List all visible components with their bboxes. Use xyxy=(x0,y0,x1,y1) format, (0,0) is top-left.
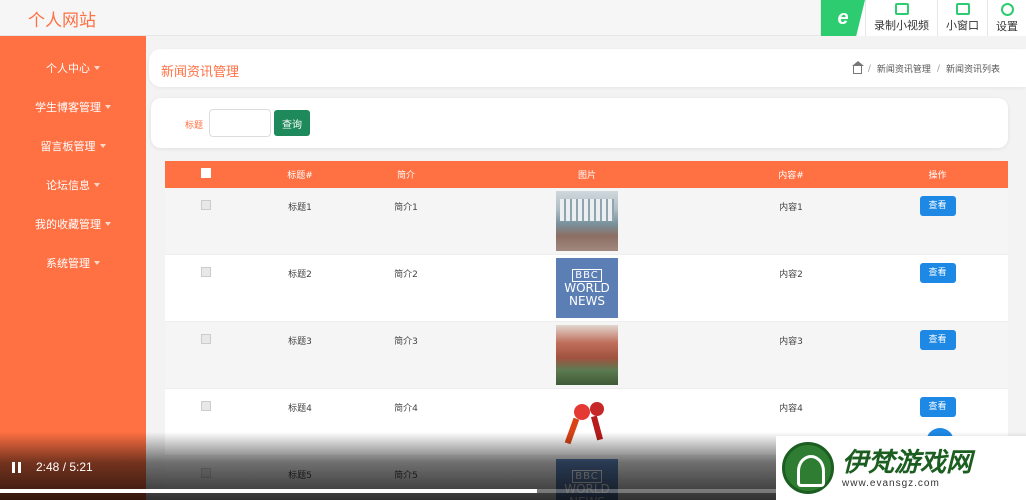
video-time: 2:48 / 5:21 xyxy=(36,460,93,474)
column-header-intro: 简介 xyxy=(396,171,415,181)
caret-down-icon xyxy=(99,143,106,148)
view-button[interactable]: 查看 xyxy=(919,196,956,216)
cell-intro: 简介1 xyxy=(394,203,418,213)
cell-image xyxy=(459,322,715,388)
view-button[interactable]: 查看 xyxy=(919,263,956,283)
browser-logo-icon: e xyxy=(821,0,865,36)
cell-intro: 简介2 xyxy=(394,270,418,280)
site-title: 个人网站 xyxy=(28,11,96,31)
bbc-logo-text: WORLD xyxy=(564,280,610,295)
mini-window-label: 小窗口 xyxy=(946,19,979,32)
select-all-checkbox[interactable] xyxy=(201,168,211,178)
microphone-icon xyxy=(574,404,590,420)
cell-actions: 查看 xyxy=(867,188,1008,254)
home-icon[interactable] xyxy=(851,60,864,74)
column-header-image: 图片 xyxy=(577,171,596,181)
breadcrumb-item-news-list: 新闻资讯列表 xyxy=(945,65,1000,75)
sidebar-menu: 个人中心学生博客管理 留言板管理论坛信息我的收藏管理 系统管理 xyxy=(0,36,146,282)
row-checkbox[interactable] xyxy=(201,200,211,210)
sidebar-item-label: 我的收藏管理 xyxy=(35,217,101,231)
pause-icon[interactable] xyxy=(12,462,22,473)
cell-title: 标题1 xyxy=(288,203,312,213)
sidebar-item[interactable]: 论坛信息 xyxy=(0,165,146,204)
tv-icon xyxy=(955,3,970,15)
cell-title: 标题2 xyxy=(288,270,312,280)
sidebar-item-label: 留言板管理 xyxy=(40,139,96,153)
breadcrumb-separator: / xyxy=(867,63,871,74)
record-video-label: 录制小视频 xyxy=(874,19,929,32)
row-select-cell xyxy=(165,322,247,388)
sidebar: 个人中心学生博客管理 留言板管理论坛信息我的收藏管理 系统管理 xyxy=(0,36,146,500)
row-checkbox[interactable] xyxy=(201,401,211,411)
watermark-title: 伊梵游戏网 xyxy=(842,447,973,478)
bbc-logo-text: NEWS xyxy=(568,293,606,308)
top-header: 个人网站 e 录制小视频 小窗口 设置 xyxy=(0,0,1026,36)
column-header-title[interactable]: 标题# xyxy=(247,168,353,181)
caret-down-icon xyxy=(105,221,111,226)
cell-content: 内容1 xyxy=(779,203,803,213)
watermark-url: www.evansgz.com xyxy=(842,477,940,489)
table-header: 标题# 简介 图片 内容# 操作 xyxy=(165,161,1008,188)
breadcrumb: / 新闻资讯管理 / 新闻资讯列表 xyxy=(851,60,1000,75)
video-camera-icon xyxy=(894,3,909,15)
gear-icon xyxy=(1000,2,1014,16)
breadcrumb-item-news-management[interactable]: 新闻资讯管理 xyxy=(877,62,931,75)
search-button[interactable]: 查询 xyxy=(274,110,310,136)
cell-actions: 查看 xyxy=(867,322,1008,388)
breadcrumb-separator: / xyxy=(936,63,940,74)
sidebar-item-label: 学生博客管理 xyxy=(35,100,101,114)
watermark-logo-icon xyxy=(782,442,834,494)
bbc-world-news-image: BBCWORLDNEWS xyxy=(556,258,618,318)
title-search-input[interactable] xyxy=(209,109,271,137)
row-checkbox[interactable] xyxy=(201,267,211,277)
table-row: 标题1 简介1 内容1 查看 xyxy=(165,188,1008,255)
cell-image: BBCWORLDNEWS xyxy=(459,255,715,321)
cell-image xyxy=(459,188,715,254)
page-header-bar: 新闻资讯管理 / 新闻资讯管理 / 新闻资讯列表 xyxy=(149,49,1026,87)
video-progress-fill xyxy=(0,489,537,493)
caret-down-icon xyxy=(94,65,100,70)
sidebar-item[interactable]: 个人中心 xyxy=(0,48,146,87)
page-title: 新闻资讯管理 xyxy=(161,65,240,80)
view-button[interactable]: 查看 xyxy=(919,397,956,417)
site-watermark: 伊梵游戏网 www.evansgz.com xyxy=(776,436,1026,500)
caret-down-icon xyxy=(94,260,100,265)
sidebar-item[interactable]: 留言板管理 xyxy=(0,126,146,165)
sidebar-item-label: 论坛信息 xyxy=(46,178,90,192)
sidebar-item-label: 系统管理 xyxy=(46,256,90,270)
cell-actions: 查看 xyxy=(867,255,1008,321)
table-row: 标题3 简介3 内容3 查看 xyxy=(165,322,1008,389)
microphone-icon xyxy=(590,402,604,416)
view-button[interactable]: 查看 xyxy=(919,330,956,350)
caret-down-icon xyxy=(105,104,111,109)
sidebar-item[interactable]: 我的收藏管理 xyxy=(0,204,146,243)
row-select-cell xyxy=(165,255,247,321)
settings-label: 设置 xyxy=(996,19,1018,33)
table-row: 标题2 简介2 BBC WORLD NEWS 内容2 查看 xyxy=(165,255,1008,322)
building-photo-image xyxy=(556,191,618,251)
cell-content: 内容3 xyxy=(779,337,803,347)
row-checkbox[interactable] xyxy=(201,334,211,344)
settings-button[interactable]: 设置 xyxy=(987,0,1026,36)
cell-content: 内容2 xyxy=(779,270,803,280)
sidebar-item-label: 个人中心 xyxy=(46,61,90,75)
cell-title: 标题3 xyxy=(288,337,312,347)
search-panel: 标题 查询 xyxy=(151,98,1008,148)
recorder-toolbar: e 录制小视频 小窗口 设置 xyxy=(820,0,1026,36)
column-header-content[interactable]: 内容# xyxy=(715,168,867,181)
sidebar-item[interactable]: 系统管理 xyxy=(0,243,146,282)
caret-down-icon xyxy=(94,182,100,187)
sidebar-item[interactable]: 学生博客管理 xyxy=(0,87,146,126)
campus-photo-image xyxy=(556,325,618,385)
record-video-button[interactable]: 录制小视频 xyxy=(865,0,937,36)
mini-window-button[interactable]: 小窗口 xyxy=(937,0,987,36)
bbc-logo-text: BBC xyxy=(572,268,602,282)
column-header-actions: 操作 xyxy=(928,171,947,181)
title-filter-label: 标题 xyxy=(185,121,204,131)
cell-intro: 简介3 xyxy=(394,337,418,347)
row-select-cell xyxy=(165,188,247,254)
